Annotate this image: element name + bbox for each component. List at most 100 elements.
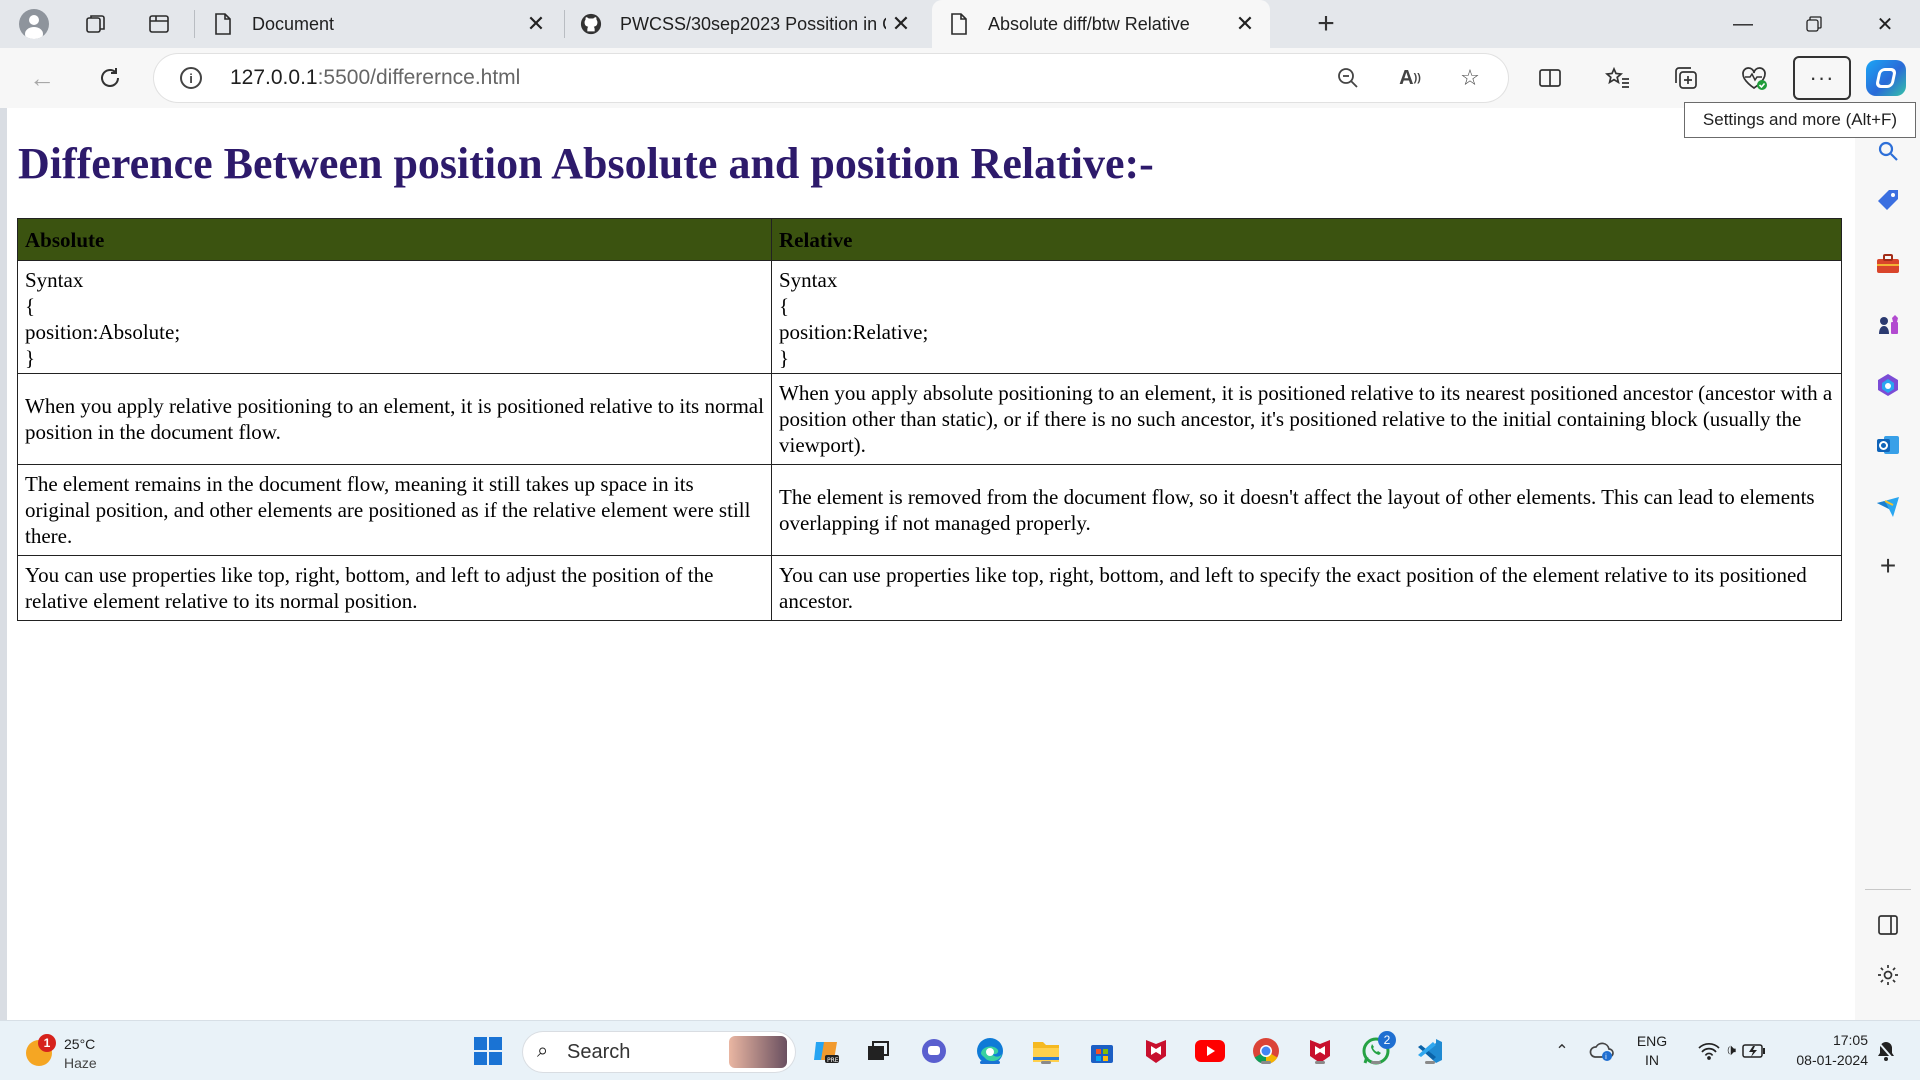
zoom-out-icon[interactable] bbox=[1334, 64, 1362, 92]
arrow-left-icon: ← bbox=[29, 62, 55, 93]
tab-title: Absolute diff/btw Relative bbox=[988, 13, 1190, 34]
heart-pulse-icon bbox=[1742, 67, 1767, 90]
sidebar-settings-gear-icon[interactable] bbox=[1873, 960, 1903, 990]
profile-avatar-icon bbox=[19, 9, 49, 39]
split-screen-button[interactable] bbox=[1532, 60, 1568, 96]
close-tab-icon[interactable]: ✕ bbox=[521, 9, 551, 39]
search-icon: ⌕ bbox=[537, 1040, 549, 1062]
collections-icon bbox=[1675, 67, 1697, 89]
syntax-label: Syntax bbox=[25, 268, 84, 292]
shopping-tag-icon[interactable] bbox=[1873, 186, 1903, 216]
weather-temperature: 25°C bbox=[64, 1036, 96, 1052]
url-text[interactable]: 127.0.0.1:5500/differernce.html bbox=[230, 66, 520, 90]
copilot-preview-icon: PRE bbox=[814, 1042, 839, 1064]
tab-document[interactable]: Document ✕ bbox=[212, 0, 557, 48]
hide-sidebar-icon[interactable] bbox=[1873, 910, 1903, 940]
tab-actions-button[interactable] bbox=[143, 8, 175, 40]
clock[interactable]: 17:05 08-01-2024 bbox=[1782, 1032, 1868, 1068]
tab-actions-icon bbox=[149, 15, 169, 33]
search-label: Search bbox=[567, 1041, 631, 1063]
mcafee-shield-icon bbox=[1146, 1040, 1166, 1063]
favorites-list-icon bbox=[1605, 66, 1629, 88]
running-app-indicator bbox=[1261, 1061, 1271, 1064]
url-path: :5500/differernce.html bbox=[317, 66, 521, 89]
quick-settings-tray[interactable]: 🕩 bbox=[1682, 1035, 1782, 1067]
chrome-app[interactable] bbox=[1250, 1035, 1282, 1067]
table-cell: The element remains in the document flow… bbox=[17, 464, 772, 556]
svg-text:PRE: PRE bbox=[827, 1057, 839, 1064]
table-row: When you apply relative positioning to a… bbox=[17, 373, 1842, 465]
collections-button[interactable] bbox=[1668, 60, 1704, 96]
tab-absolute-diff[interactable]: Absolute diff/btw Relative ✕ bbox=[932, 0, 1270, 48]
favorites-button[interactable] bbox=[1600, 60, 1636, 96]
drop-send-icon[interactable] bbox=[1873, 491, 1903, 521]
workspaces-button[interactable] bbox=[80, 8, 112, 40]
outlook-icon[interactable] bbox=[1873, 430, 1903, 460]
back-button[interactable]: ← bbox=[24, 60, 60, 96]
youtube-app[interactable] bbox=[1194, 1035, 1226, 1067]
syntax-label: Syntax bbox=[779, 268, 838, 292]
refresh-button[interactable] bbox=[92, 60, 128, 96]
close-tab-icon[interactable]: ✕ bbox=[1230, 9, 1260, 39]
wifi-icon bbox=[1698, 1042, 1720, 1060]
vscode-app[interactable] bbox=[1414, 1035, 1446, 1067]
clock-time: 17:05 bbox=[1832, 1032, 1868, 1048]
youtube-play-icon bbox=[1195, 1040, 1225, 1062]
more-dots-icon: ··· bbox=[1809, 65, 1835, 90]
microsoft-365-icon[interactable] bbox=[1873, 370, 1903, 400]
profile-button[interactable] bbox=[18, 8, 50, 40]
syntax-cell-relative: Syntax { position:Relative; } bbox=[771, 260, 1842, 374]
start-button[interactable] bbox=[472, 1035, 504, 1067]
search-sidebar-icon[interactable] bbox=[1873, 136, 1903, 166]
header-absolute: Absolute bbox=[17, 218, 772, 261]
split-screen-icon bbox=[1539, 69, 1561, 87]
running-app-indicator bbox=[1041, 1061, 1051, 1064]
comparison-table: Absolute Relative Syntax { position:Abso… bbox=[17, 218, 1842, 621]
notifications-button[interactable] bbox=[1870, 1035, 1902, 1067]
browser-essentials-button[interactable] bbox=[1736, 60, 1772, 96]
new-tab-button[interactable]: + bbox=[1310, 7, 1342, 40]
show-hidden-icons-button[interactable]: ⌃ bbox=[1546, 1035, 1578, 1067]
running-app-indicator bbox=[1315, 1061, 1325, 1064]
add-sidebar-app-icon[interactable]: + bbox=[1873, 550, 1903, 581]
task-view-app[interactable] bbox=[862, 1035, 894, 1067]
tab-github[interactable]: PWCSS/30sep2023 Possition in C ✕ bbox=[580, 0, 920, 48]
edge-app[interactable] bbox=[974, 1035, 1006, 1067]
file-explorer-app[interactable] bbox=[1030, 1035, 1062, 1067]
whatsapp-app[interactable]: 2 bbox=[1360, 1031, 1396, 1067]
syntax-open-brace: { bbox=[779, 294, 790, 318]
table-row: The element remains in the document flow… bbox=[17, 464, 1842, 556]
settings-and-more-button[interactable]: ··· bbox=[1793, 56, 1851, 100]
restore-button[interactable] bbox=[1779, 0, 1849, 48]
tools-briefcase-icon[interactable] bbox=[1873, 249, 1903, 279]
close-window-button[interactable]: ✕ bbox=[1850, 0, 1920, 48]
address-bar[interactable]: i 127.0.0.1:5500/differernce.html A)) ☆ bbox=[154, 54, 1508, 102]
favorite-star-icon[interactable]: ☆ bbox=[1456, 64, 1484, 92]
syntax-open-brace: { bbox=[25, 294, 36, 318]
task-view-icon bbox=[868, 1041, 889, 1060]
weather-widget[interactable]: 1 25°C Haze bbox=[22, 1030, 142, 1074]
close-tab-icon[interactable]: ✕ bbox=[886, 9, 916, 39]
mcafee-security-app[interactable] bbox=[1304, 1035, 1336, 1067]
minimize-icon: — bbox=[1733, 12, 1753, 35]
copilot-button[interactable] bbox=[1866, 60, 1906, 96]
taskbar-search-box[interactable]: ⌕ Search bbox=[523, 1032, 795, 1072]
games-chess-icon[interactable] bbox=[1873, 310, 1903, 340]
site-info-icon[interactable]: i bbox=[180, 67, 202, 89]
whatsapp-badge: 2 bbox=[1378, 1031, 1396, 1049]
syntax-close-brace: } bbox=[779, 346, 790, 370]
language-indicator[interactable]: ENG IN bbox=[1632, 1033, 1672, 1068]
onedrive-tray[interactable]: i bbox=[1586, 1035, 1618, 1067]
read-aloud-icon[interactable]: A)) bbox=[1396, 64, 1424, 92]
microsoft-store-app[interactable] bbox=[1086, 1035, 1118, 1067]
chat-app[interactable] bbox=[918, 1035, 950, 1067]
minimize-button[interactable]: — bbox=[1708, 0, 1778, 48]
windows-taskbar: 1 25°C Haze ⌕ Search PRE 2 ⌃ i ENG IN 🕩 … bbox=[0, 1020, 1920, 1080]
language-code: ENG bbox=[1636, 1033, 1668, 1049]
syntax-declaration: position:Absolute; bbox=[25, 320, 181, 344]
table-cell: When you apply relative positioning to a… bbox=[17, 373, 772, 465]
battery-charging-icon bbox=[1742, 1044, 1766, 1058]
syntax-close-brace: } bbox=[25, 346, 36, 370]
mcafee-app[interactable] bbox=[1140, 1035, 1172, 1067]
copilot-preview-app[interactable]: PRE bbox=[810, 1035, 842, 1067]
